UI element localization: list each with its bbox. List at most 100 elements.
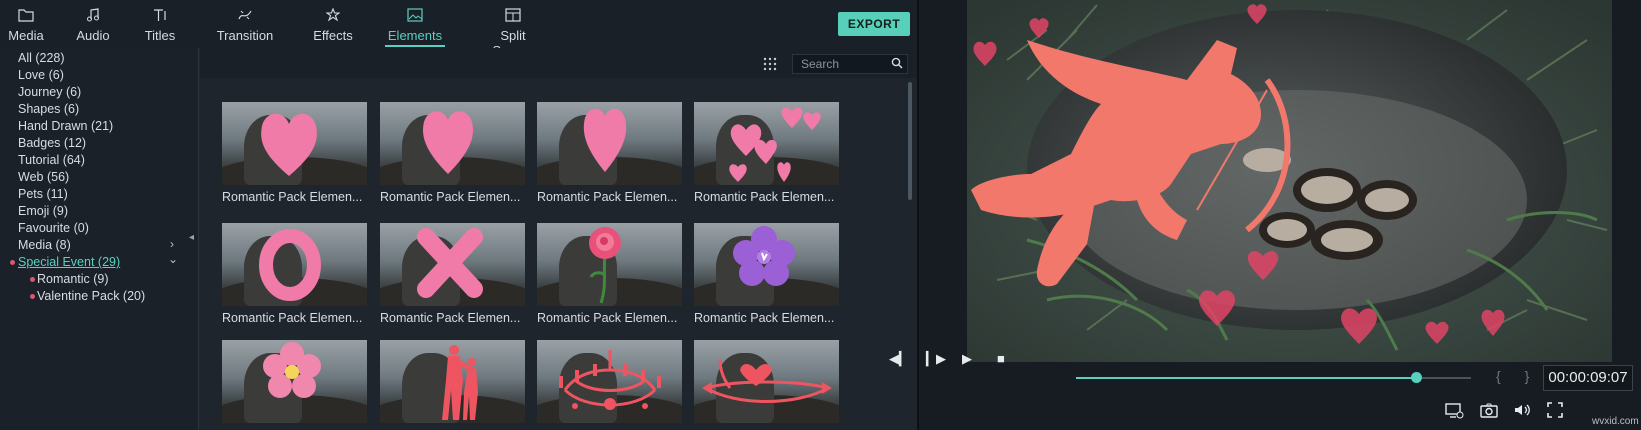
ring-element-icon: [259, 229, 321, 301]
play-icon[interactable]: ▶: [962, 351, 972, 367]
progress-fill: [1076, 377, 1416, 379]
category-item-special-event[interactable]: Special Event (29): [18, 254, 120, 271]
prev-frame-icon[interactable]: ◀▎: [889, 351, 909, 367]
category-item[interactable]: Love (6): [18, 67, 64, 84]
couple-silhouette-element-icon: [442, 345, 478, 420]
element-caption: Romantic Pack Elemen...: [694, 190, 835, 204]
tab-titles[interactable]: Titles: [140, 0, 180, 48]
hearts-element-icon: [729, 107, 821, 182]
pink-flower-element-icon: [263, 342, 321, 398]
bow-arrow-element-icon: [702, 359, 832, 403]
transition-icon: [210, 0, 280, 24]
element-caption: Romantic Pack Elemen...: [537, 311, 678, 325]
new-badge-dot: [10, 260, 15, 265]
stop-icon[interactable]: ■: [997, 351, 1005, 366]
fullscreen-icon[interactable]: [1545, 400, 1565, 420]
music-note-icon: [72, 0, 114, 24]
display-settings-icon[interactable]: [1444, 400, 1464, 420]
category-item-media[interactable]: Media (8): [18, 237, 71, 254]
category-list: All (228) Love (6) Journey (6) Shapes (6…: [0, 48, 199, 430]
next-frame-icon[interactable]: ▎▶: [926, 351, 946, 367]
element-thumbnail[interactable]: [222, 223, 367, 306]
snapshot-camera-icon[interactable]: [1479, 400, 1499, 420]
grid-view-icon[interactable]: [763, 57, 777, 71]
tab-media[interactable]: Media: [6, 0, 46, 48]
heart-element-icon: [583, 108, 627, 172]
mark-in-out-icon[interactable]: { }: [1496, 368, 1539, 384]
text-icon: [140, 0, 180, 24]
export-button[interactable]: EXPORT: [838, 12, 910, 36]
element-thumbnail[interactable]: [380, 102, 525, 185]
element-thumbnail[interactable]: [222, 340, 367, 423]
search-input[interactable]: Search: [792, 54, 908, 74]
tab-effects-label: Effects: [313, 28, 353, 43]
tab-audio[interactable]: Audio: [72, 0, 114, 48]
tab-split-screen[interactable]: Split Screen: [478, 0, 548, 58]
violet-flower-element-icon: [733, 226, 795, 286]
category-item[interactable]: Emoji (9): [18, 203, 68, 220]
subcategory-item[interactable]: Valentine Pack (20): [37, 288, 145, 305]
element-thumbnail[interactable]: [694, 223, 839, 306]
rose-element-icon: [589, 227, 621, 304]
category-item[interactable]: Favourite (0): [18, 220, 89, 237]
tab-audio-label: Audio: [76, 28, 110, 43]
editor-window: Media Audio Titles Transition Effects El…: [0, 0, 1641, 430]
effects-icon: [308, 0, 358, 24]
x-mark-element-icon: [417, 228, 483, 298]
element-caption: Romantic Pack Elemen...: [380, 311, 521, 325]
element-thumbnail[interactable]: [694, 340, 839, 423]
split-screen-icon: [478, 0, 548, 24]
progress-knob[interactable]: [1410, 372, 1422, 383]
element-thumbnail[interactable]: [537, 223, 682, 306]
image-icon: [385, 0, 445, 24]
category-item[interactable]: Hand Drawn (21): [18, 118, 113, 135]
tab-titles-label: Titles: [144, 28, 176, 43]
new-badge-dot: [30, 277, 35, 282]
category-item[interactable]: Badges (12): [18, 135, 86, 152]
element-caption: Romantic Pack Elemen...: [380, 190, 521, 204]
search-icon[interactable]: [891, 57, 903, 69]
element-thumbnail[interactable]: [694, 102, 839, 185]
chandelier-element-icon: [559, 350, 661, 410]
volume-icon[interactable]: [1512, 400, 1532, 420]
chevron-right-icon[interactable]: ›: [170, 237, 174, 251]
folder-icon: [6, 0, 46, 24]
element-thumbnail[interactable]: [380, 223, 525, 306]
element-thumbnail[interactable]: [380, 340, 525, 423]
category-item[interactable]: Tutorial (64): [18, 152, 85, 169]
element-thumbnail[interactable]: [537, 102, 682, 185]
video-preview: [967, 0, 1612, 362]
tab-transition-label: Transition: [216, 28, 274, 43]
element-caption: Romantic Pack Elemen...: [222, 190, 363, 204]
chevron-down-icon[interactable]: ⌄: [168, 252, 178, 266]
tab-elements[interactable]: Elements: [385, 0, 445, 48]
playback-progress[interactable]: [1076, 372, 1471, 383]
category-item[interactable]: Web (56): [18, 169, 69, 186]
collapse-panel-icon[interactable]: ◂: [189, 232, 194, 243]
heart-element-icon: [423, 111, 473, 174]
tab-media-label: Media: [8, 28, 44, 43]
category-item[interactable]: All (228): [18, 50, 65, 67]
element-thumbnail[interactable]: [222, 102, 367, 185]
element-caption: Romantic Pack Elemen...: [222, 311, 363, 325]
tab-effects[interactable]: Effects: [308, 0, 358, 48]
category-item[interactable]: Pets (11): [18, 186, 68, 203]
element-caption: Romantic Pack Elemen...: [537, 190, 678, 204]
library-tabs: Media Audio Titles Transition Effects El…: [0, 0, 917, 58]
preview-frame: [967, 0, 1612, 362]
subcategory-item[interactable]: Romantic (9): [37, 271, 109, 288]
heart-element-icon: [261, 113, 317, 176]
timecode-display: 00:00:09:07: [1543, 365, 1633, 391]
watermark-text: wvxid.com: [1592, 416, 1639, 427]
category-item[interactable]: Journey (6): [18, 84, 81, 101]
elements-scrollbar[interactable]: [908, 82, 912, 200]
element-caption: Romantic Pack Elemen...: [694, 311, 835, 325]
search-placeholder: Search: [801, 57, 840, 71]
element-thumbnail[interactable]: [537, 340, 682, 423]
tab-transition[interactable]: Transition: [210, 0, 280, 48]
category-item[interactable]: Shapes (6): [18, 101, 79, 118]
elements-grid: Romantic Pack Elemen... Romantic Pack El…: [200, 78, 905, 430]
new-badge-dot: [30, 294, 35, 299]
preview-panel: [917, 0, 1641, 430]
library-panel: Media Audio Titles Transition Effects El…: [0, 0, 917, 430]
